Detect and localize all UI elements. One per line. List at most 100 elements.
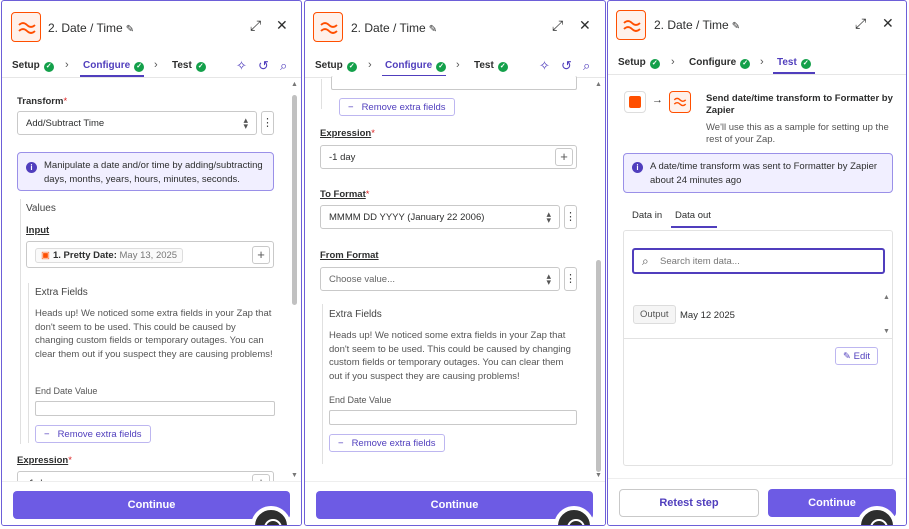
tab-setup[interactable]: Setup ✓ [315, 60, 357, 72]
retest-step-button[interactable]: Retest step [619, 489, 759, 517]
scrollbar-thumb[interactable] [596, 260, 601, 472]
tab-data-out[interactable]: Data out [675, 210, 711, 221]
input-field[interactable]: ▣ 1. Pretty Date: May 13, 2025 [26, 241, 274, 268]
end-date-input[interactable] [35, 401, 275, 416]
tab-setup[interactable]: Setup ✓ [618, 57, 660, 69]
step-panel-configure: 2. Date / Time ✎ ⤢ ✕ Setup ✓ › Configure ✓ … [1, 0, 302, 526]
extra-fields-warning: Heads up! We noticed some extra fields i… [329, 330, 571, 382]
tab-configure[interactable]: Configure ✓ [83, 60, 145, 72]
pencil-icon: ✎ [843, 351, 851, 362]
tab-setup[interactable]: Setup ✓ [12, 60, 54, 72]
plus-icon[interactable]: + [252, 246, 270, 264]
panel-header: 2. Date / Time ✎ ⤢ ✕ [305, 1, 605, 51]
end-date-input[interactable] [329, 410, 577, 425]
check-icon: ✓ [195, 62, 206, 72]
tab-test[interactable]: Test ✓ [777, 57, 811, 69]
tab-test[interactable]: Test ✓ [474, 60, 508, 72]
scrollbar-thumb[interactable] [292, 95, 297, 305]
kebab-icon[interactable]: ⋮ [564, 205, 577, 229]
sparkle-icon[interactable]: ✧ [539, 58, 550, 74]
panel-body: → Send date/time transform to Formatter … [608, 77, 906, 525]
pencil-icon[interactable]: ✎ [429, 24, 437, 35]
data-pill[interactable]: ▣ 1. Pretty Date: May 13, 2025 [35, 248, 184, 263]
scroll-up-icon[interactable]: ▲ [291, 81, 298, 88]
info-icon: i [632, 162, 643, 173]
check-icon: ✓ [800, 59, 811, 69]
info-banner: iA date/time transform was sent to Forma… [623, 153, 893, 193]
chevron-updown-icon: ▴ ▾ [243, 115, 248, 131]
calendar-icon: ▣ [41, 250, 50, 261]
step-title[interactable]: 2. Date / Time ✎ [48, 21, 134, 35]
extra-fields-heading: Extra Fields [329, 309, 382, 320]
section-divider [20, 199, 21, 444]
check-icon: ✓ [43, 62, 54, 72]
tab-test[interactable]: Test ✓ [172, 60, 206, 72]
undo-icon[interactable]: ↺ [258, 58, 269, 74]
to-format-label: To Format* [320, 189, 370, 200]
chevron-updown-icon: ▴ ▾ [546, 271, 551, 287]
formatter-logo-icon [616, 10, 646, 40]
close-icon[interactable]: ✕ [276, 18, 288, 32]
step-panel-configure-scrolled: 2. Date / Time ✎ ⤢ ✕ Setup ✓ › Configure ✓ … [304, 0, 606, 526]
search-icon[interactable]: ⌕ [280, 58, 287, 74]
tab-configure[interactable]: Configure ✓ [385, 60, 447, 72]
search-icon[interactable]: ⌕ [583, 58, 590, 74]
continue-button[interactable]: Continue [13, 491, 290, 519]
step-tabs: Setup ✓ › Configure ✓ › Test ✓ [608, 51, 906, 75]
plus-icon[interactable]: + [555, 148, 573, 166]
check-icon: ✓ [436, 62, 447, 72]
expand-icon[interactable]: ⤢ [552, 18, 563, 32]
active-tab-underline [80, 75, 144, 77]
scroll-down-icon[interactable]: ▼ [291, 472, 298, 479]
panel-header: 2. Date / Time ✎ ⤢ ✕ [2, 1, 301, 51]
field-bottom-edge [331, 76, 577, 90]
from-format-select[interactable]: Choose value... ▴ ▾ [320, 267, 560, 291]
continue-button[interactable]: Continue [316, 491, 593, 519]
chevron-right-icon: › [671, 56, 675, 68]
to-format-select[interactable]: MMMM DD YYYY (January 22 2006) ▴ ▾ [320, 205, 560, 229]
kebab-icon[interactable]: ⋮ [261, 111, 274, 135]
formatter-logo-icon [313, 12, 343, 42]
tab-data-in[interactable]: Data in [632, 210, 662, 221]
search-input[interactable]: ⌕ Search item data... [632, 248, 885, 274]
pencil-icon[interactable]: ✎ [126, 24, 134, 35]
info-icon: i [26, 162, 37, 173]
values-heading: Values [26, 203, 56, 214]
divider [623, 338, 893, 339]
remove-extra-fields-button-top[interactable]: − Remove extra fields [339, 98, 455, 116]
close-icon[interactable]: ✕ [579, 18, 591, 32]
from-format-label: From Format [320, 250, 379, 261]
send-title: Send date/time transform to Formatter by… [706, 93, 893, 116]
panel-header: 2. Date / Time ✎ ⤢ ✕ [608, 1, 906, 51]
end-date-label: End Date Value [329, 395, 392, 405]
kebab-icon[interactable]: ⋮ [564, 267, 577, 291]
extra-fields-divider [322, 304, 323, 464]
expression-input[interactable]: -1 day [320, 145, 577, 169]
formatter-app-icon [669, 91, 691, 113]
active-tab-underline [773, 72, 815, 74]
scroll-up-icon[interactable]: ▲ [883, 294, 890, 301]
pencil-icon[interactable]: ✎ [732, 21, 740, 32]
chevron-right-icon: › [760, 56, 764, 68]
step-title[interactable]: 2. Date / Time ✎ [654, 18, 740, 32]
step-title[interactable]: 2. Date / Time ✎ [351, 21, 437, 35]
check-icon: ✓ [649, 59, 660, 69]
scroll-down-icon[interactable]: ▼ [883, 328, 890, 335]
minus-icon: − [44, 429, 50, 440]
close-icon[interactable]: ✕ [882, 16, 894, 30]
undo-icon[interactable]: ↺ [561, 58, 572, 74]
scroll-up-icon[interactable]: ▲ [595, 81, 602, 88]
output-key[interactable]: Output [633, 305, 676, 324]
sparkle-icon[interactable]: ✧ [236, 58, 247, 74]
remove-extra-fields-button[interactable]: − Remove extra fields [35, 425, 151, 443]
scroll-down-icon[interactable]: ▼ [595, 472, 602, 479]
edit-button[interactable]: ✎ Edit [835, 347, 878, 365]
step-tabs: Setup ✓ › Configure ✓ › Test ✓ ✧ ↺ ⌕ [305, 54, 605, 78]
tab-configure[interactable]: Configure ✓ [689, 57, 751, 69]
expand-icon[interactable]: ⤢ [855, 16, 866, 30]
panel-body: − Remove extra fields Expression* -1 day … [305, 76, 605, 525]
expand-icon[interactable]: ⤢ [250, 18, 261, 32]
minus-icon: − [348, 102, 354, 113]
remove-extra-fields-button[interactable]: − Remove extra fields [329, 434, 445, 452]
transform-select[interactable]: Add/Subtract Time ▴ ▾ [17, 111, 257, 135]
